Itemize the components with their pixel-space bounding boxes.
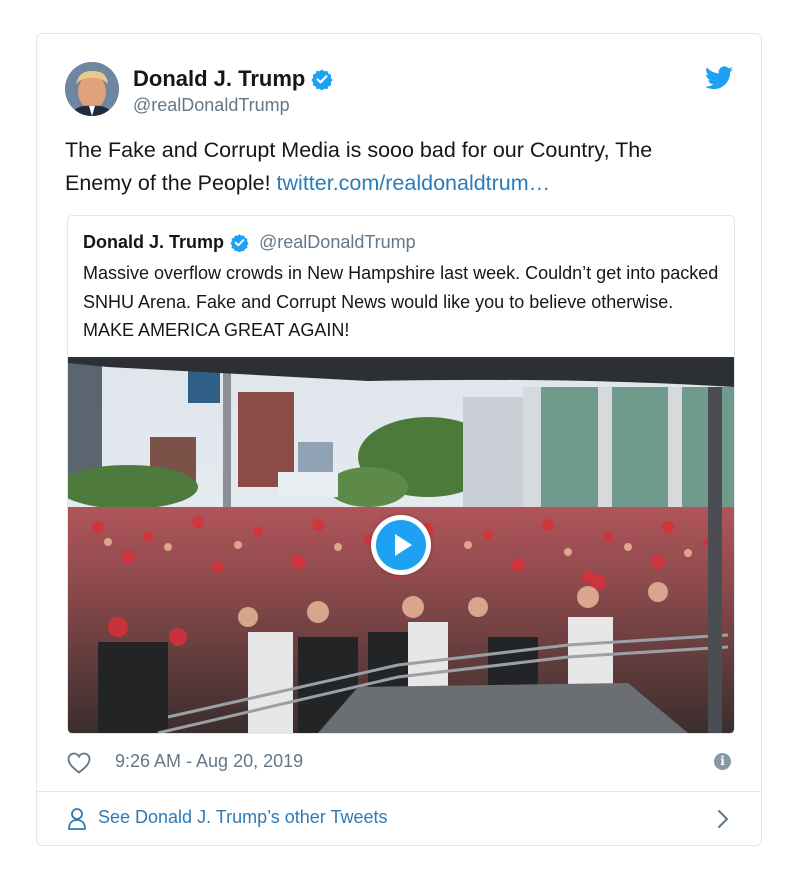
verified-badge-icon (230, 234, 249, 252)
author-avatar[interactable] (65, 62, 119, 116)
quoted-tweet-text: Massive overflow crowds in New Hampshire… (83, 263, 719, 340)
embedded-tweet-card: Donald J. Trump @realDonaldTrump The Fak… (36, 33, 762, 846)
author-handle[interactable]: @realDonaldTrump (133, 95, 290, 116)
tweet-timestamp[interactable]: 9:26 AM - Aug 20, 2019 (115, 751, 303, 772)
quoted-author-name: Donald J. Trump (83, 232, 225, 252)
tweet-text: The Fake and Corrupt Media is sooo bad f… (65, 134, 725, 200)
play-triangle (395, 534, 412, 556)
info-icon[interactable]: i (714, 753, 731, 770)
video-thumbnail[interactable] (68, 357, 734, 733)
author-name-row: Donald J. Trump (133, 66, 333, 92)
footer-divider (37, 791, 761, 792)
quoted-author-handle: @realDonaldTrump (259, 232, 416, 252)
play-button[interactable] (371, 515, 431, 575)
heart-icon[interactable] (67, 752, 91, 774)
verified-badge-icon (311, 69, 333, 90)
tweet-meta: 9:26 AM - Aug 20, 2019 i (67, 748, 733, 778)
see-other-tweets-link[interactable]: See Donald J. Trump’s other Tweets (67, 804, 733, 834)
author-name[interactable]: Donald J. Trump (133, 66, 305, 92)
chevron-right-icon (718, 810, 728, 828)
quoted-tweet-header: Donald J. Trump @realDonaldTrump (83, 232, 416, 253)
twitter-bird-icon[interactable] (705, 66, 733, 90)
person-icon (68, 808, 86, 830)
play-icon (376, 520, 426, 570)
quoted-tweet[interactable]: Donald J. Trump @realDonaldTrump Massive… (67, 215, 735, 734)
see-other-tweets-label: See Donald J. Trump’s other Tweets (98, 807, 388, 827)
tweet-link[interactable]: twitter.com/realdonaldtrum… (277, 171, 551, 195)
tweet-header: Donald J. Trump @realDonaldTrump (65, 62, 733, 118)
